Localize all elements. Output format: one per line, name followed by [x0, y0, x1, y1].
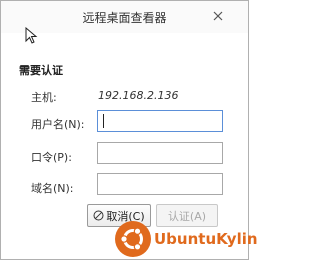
- close-button[interactable]: [208, 6, 228, 26]
- host-value: 192.168.2.136: [98, 89, 179, 102]
- host-label: 主机:: [31, 91, 57, 104]
- password-field[interactable]: [97, 142, 223, 164]
- cancel-circle-icon: [93, 210, 104, 221]
- domain-label: 域名(N):: [31, 182, 74, 195]
- watermark-text: UbuntuKylin: [154, 230, 258, 248]
- ubuntukylin-watermark: UbuntuKylin: [114, 220, 258, 260]
- username-label: 用户名(N):: [31, 118, 85, 131]
- section-heading: 需要认证: [19, 64, 63, 77]
- mouse-cursor-icon: [25, 27, 38, 44]
- close-icon: [213, 11, 223, 21]
- domain-field[interactable]: [97, 173, 223, 195]
- ubuntu-logo-icon: [115, 221, 151, 257]
- text-caret: [103, 114, 104, 128]
- password-label: 口令(P):: [31, 151, 72, 164]
- username-field[interactable]: [97, 110, 223, 132]
